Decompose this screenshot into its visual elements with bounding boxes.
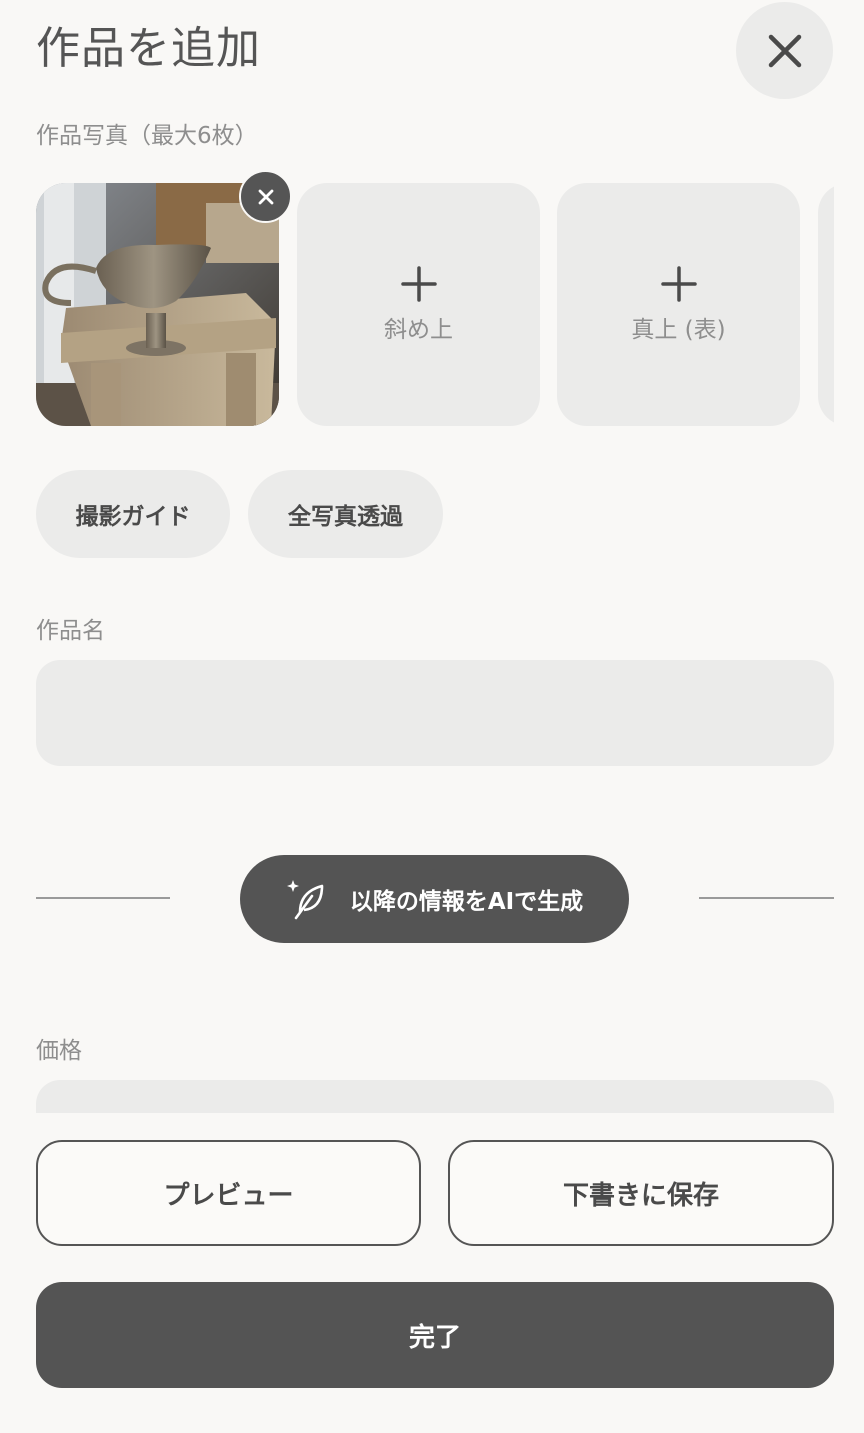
plus-icon xyxy=(660,265,697,302)
uploaded-photo[interactable] xyxy=(36,183,279,426)
photo-slot-angled[interactable]: 斜め上 xyxy=(297,183,540,426)
close-button[interactable] xyxy=(736,2,833,99)
ai-generate-button[interactable]: 以降の情報をAIで生成 xyxy=(240,855,629,943)
divider-left xyxy=(36,897,170,899)
transparent-all-button[interactable]: 全写真透過 xyxy=(248,470,443,558)
ai-generate-label: 以降の情報をAIで生成 xyxy=(349,889,584,915)
close-icon xyxy=(768,34,801,67)
price-input[interactable] xyxy=(36,1080,834,1113)
photos-label: 作品写真（最大6枚） xyxy=(36,123,258,149)
plus-icon xyxy=(400,265,437,302)
photo-slot-label: 斜め上 xyxy=(384,316,453,343)
preview-button[interactable]: プレビュー xyxy=(36,1140,421,1246)
page-title: 作品を追加 xyxy=(36,23,261,74)
photo-slot-top[interactable]: 真上 (表) xyxy=(557,183,800,426)
photo-image xyxy=(36,183,279,426)
remove-photo-button[interactable] xyxy=(239,170,292,223)
done-button[interactable]: 完了 xyxy=(36,1282,834,1388)
title-input[interactable] xyxy=(36,660,834,766)
photo-slot-label: 真上 (表) xyxy=(631,316,726,343)
divider-right xyxy=(699,897,834,899)
save-draft-button[interactable]: 下書きに保存 xyxy=(448,1140,834,1246)
title-label: 作品名 xyxy=(36,618,105,644)
price-label: 価格 xyxy=(36,1038,82,1064)
shooting-guide-button[interactable]: 撮影ガイド xyxy=(36,470,230,558)
photo-strip[interactable]: 斜め上 真上 (表) xyxy=(0,170,834,430)
sparkle-feather-icon xyxy=(286,880,324,920)
photo-slot-next[interactable] xyxy=(818,183,834,426)
close-icon xyxy=(258,189,273,204)
